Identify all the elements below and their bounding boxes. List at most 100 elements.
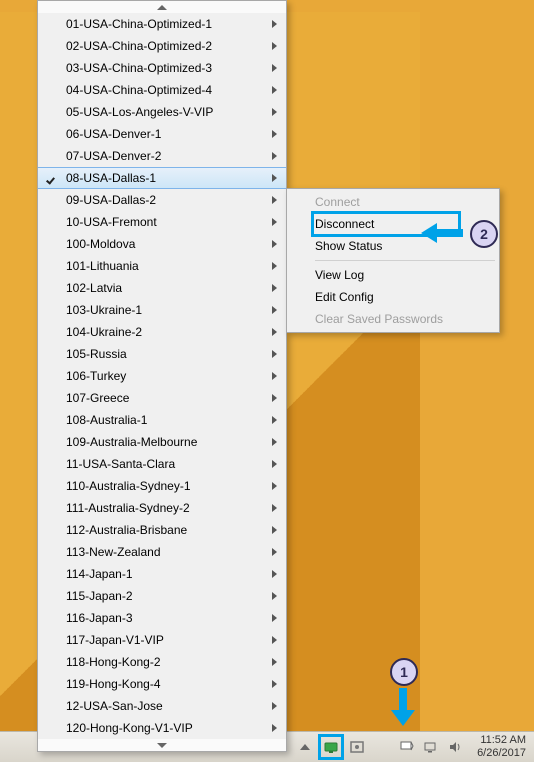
submenu-caret-icon <box>268 636 280 644</box>
submenu-item-show-status[interactable]: Show Status <box>287 235 499 257</box>
tray-openvpn-icon[interactable] <box>321 737 341 757</box>
annotation-badge-1: 1 <box>390 658 418 686</box>
server-item-04-usa-china-optimized-4[interactable]: 04-USA-China-Optimized-4 <box>38 79 286 101</box>
server-item-07-usa-denver-2[interactable]: 07-USA-Denver-2 <box>38 145 286 167</box>
volume-icon[interactable] <box>447 739 463 755</box>
submenu-caret-icon <box>268 196 280 204</box>
server-item-112-australia-brisbane[interactable]: 112-Australia-Brisbane <box>38 519 286 541</box>
check-icon <box>47 173 58 184</box>
server-item-104-ukraine-2[interactable]: 104-Ukraine-2 <box>38 321 286 343</box>
submenu-caret-icon <box>268 306 280 314</box>
server-item-09-usa-dallas-2[interactable]: 09-USA-Dallas-2 <box>38 189 286 211</box>
server-item-113-new-zealand[interactable]: 113-New-Zealand <box>38 541 286 563</box>
submenu-item-connect: Connect <box>287 191 499 213</box>
submenu-caret-icon <box>268 702 280 710</box>
server-item-05-usa-los-angeles-v-vip[interactable]: 05-USA-Los-Angeles-V-VIP <box>38 101 286 123</box>
submenu-caret-icon <box>268 592 280 600</box>
submenu-caret-icon <box>268 174 280 182</box>
submenu-caret-icon <box>268 20 280 28</box>
server-item-01-usa-china-optimized-1[interactable]: 01-USA-China-Optimized-1 <box>38 13 286 35</box>
server-item-115-japan-2[interactable]: 115-Japan-2 <box>38 585 286 607</box>
menu-item-label: 120-Hong-Kong-V1-VIP <box>66 721 268 735</box>
server-item-106-turkey[interactable]: 106-Turkey <box>38 365 286 387</box>
submenu-item-label: Show Status <box>315 239 382 253</box>
server-item-116-japan-3[interactable]: 116-Japan-3 <box>38 607 286 629</box>
taskbar-clock[interactable]: 11:52 AM 6/26/2017 <box>471 734 526 760</box>
server-item-108-australia-1[interactable]: 108-Australia-1 <box>38 409 286 431</box>
annotation-badge-1-label: 1 <box>400 664 408 680</box>
submenu-item-label: Edit Config <box>315 290 374 304</box>
vpn-server-context-menu: 01-USA-China-Optimized-1 02-USA-China-Opt… <box>37 0 287 752</box>
submenu-caret-icon <box>268 570 280 578</box>
tray-overflow-icon[interactable] <box>297 739 313 755</box>
server-item-120-hong-kong-v1-vip[interactable]: 120-Hong-Kong-V1-VIP <box>38 717 286 739</box>
submenu-caret-icon <box>268 460 280 468</box>
clock-date: 6/26/2017 <box>477 747 526 760</box>
submenu-caret-icon <box>268 438 280 446</box>
menu-scroll-up[interactable] <box>38 1 286 13</box>
menu-item-label: 105-Russia <box>66 347 268 361</box>
submenu-caret-icon <box>268 526 280 534</box>
server-item-107-greece[interactable]: 107-Greece <box>38 387 286 409</box>
menu-item-label: 11-USA-Santa-Clara <box>66 457 268 471</box>
network-icon[interactable] <box>423 739 439 755</box>
menu-item-label: 113-New-Zealand <box>66 545 268 559</box>
menu-item-label: 01-USA-China-Optimized-1 <box>66 17 268 31</box>
action-center-icon[interactable] <box>399 739 415 755</box>
submenu-item-view-log[interactable]: View Log <box>287 264 499 286</box>
menu-item-label: 10-USA-Fremont <box>66 215 268 229</box>
server-item-12-usa-san-jose[interactable]: 12-USA-San-Jose <box>38 695 286 717</box>
menu-item-label: 107-Greece <box>66 391 268 405</box>
menu-item-label: 112-Australia-Brisbane <box>66 523 268 537</box>
menu-item-label: 116-Japan-3 <box>66 611 268 625</box>
menu-item-label: 119-Hong-Kong-4 <box>66 677 268 691</box>
menu-item-label: 07-USA-Denver-2 <box>66 149 268 163</box>
submenu-caret-icon <box>268 86 280 94</box>
server-item-105-russia[interactable]: 105-Russia <box>38 343 286 365</box>
menu-item-label: 05-USA-Los-Angeles-V-VIP <box>66 105 268 119</box>
menu-item-label: 111-Australia-Sydney-2 <box>66 501 268 515</box>
server-item-103-ukraine-1[interactable]: 103-Ukraine-1 <box>38 299 286 321</box>
menu-item-label: 09-USA-Dallas-2 <box>66 193 268 207</box>
submenu-caret-icon <box>268 64 280 72</box>
menu-item-label: 106-Turkey <box>66 369 268 383</box>
submenu-caret-icon <box>268 482 280 490</box>
submenu-caret-icon <box>268 42 280 50</box>
menu-scroll-down[interactable] <box>38 739 286 751</box>
annotation-badge-2: 2 <box>470 220 498 248</box>
tray-unknown-icon[interactable] <box>349 739 365 755</box>
server-item-100-moldova[interactable]: 100-Moldova <box>38 233 286 255</box>
server-item-101-lithuania[interactable]: 101-Lithuania <box>38 255 286 277</box>
submenu-item-edit-config[interactable]: Edit Config <box>287 286 499 308</box>
server-item-102-latvia[interactable]: 102-Latvia <box>38 277 286 299</box>
server-item-110-australia-sydney-1[interactable]: 110-Australia-Sydney-1 <box>38 475 286 497</box>
submenu-caret-icon <box>268 548 280 556</box>
server-item-118-hong-kong-2[interactable]: 118-Hong-Kong-2 <box>38 651 286 673</box>
server-item-08-usa-dallas-1[interactable]: 08-USA-Dallas-1 <box>38 167 286 189</box>
menu-item-label: 108-Australia-1 <box>66 413 268 427</box>
menu-item-label: 102-Latvia <box>66 281 268 295</box>
server-item-109-australia-melbourne[interactable]: 109-Australia-Melbourne <box>38 431 286 453</box>
server-item-119-hong-kong-4[interactable]: 119-Hong-Kong-4 <box>38 673 286 695</box>
menu-item-label: 06-USA-Denver-1 <box>66 127 268 141</box>
submenu-caret-icon <box>268 658 280 666</box>
submenu-item-label: Clear Saved Passwords <box>315 312 443 326</box>
server-item-02-usa-china-optimized-2[interactable]: 02-USA-China-Optimized-2 <box>38 35 286 57</box>
menu-separator <box>315 260 495 261</box>
submenu-caret-icon <box>268 130 280 138</box>
server-item-114-japan-1[interactable]: 114-Japan-1 <box>38 563 286 585</box>
menu-item-label: 12-USA-San-Jose <box>66 699 268 713</box>
submenu-caret-icon <box>268 152 280 160</box>
menu-item-label: 02-USA-China-Optimized-2 <box>66 39 268 53</box>
vpn-server-submenu: ConnectDisconnectShow StatusView LogEdit… <box>286 188 500 333</box>
submenu-caret-icon <box>268 504 280 512</box>
server-item-117-japan-v1-vip[interactable]: 117-Japan-V1-VIP <box>38 629 286 651</box>
server-item-10-usa-fremont[interactable]: 10-USA-Fremont <box>38 211 286 233</box>
server-item-06-usa-denver-1[interactable]: 06-USA-Denver-1 <box>38 123 286 145</box>
server-item-111-australia-sydney-2[interactable]: 111-Australia-Sydney-2 <box>38 497 286 519</box>
server-item-03-usa-china-optimized-3[interactable]: 03-USA-China-Optimized-3 <box>38 57 286 79</box>
server-item-11-usa-santa-clara[interactable]: 11-USA-Santa-Clara <box>38 453 286 475</box>
menu-item-label: 115-Japan-2 <box>66 589 268 603</box>
submenu-caret-icon <box>268 262 280 270</box>
menu-item-label: 117-Japan-V1-VIP <box>66 633 268 647</box>
